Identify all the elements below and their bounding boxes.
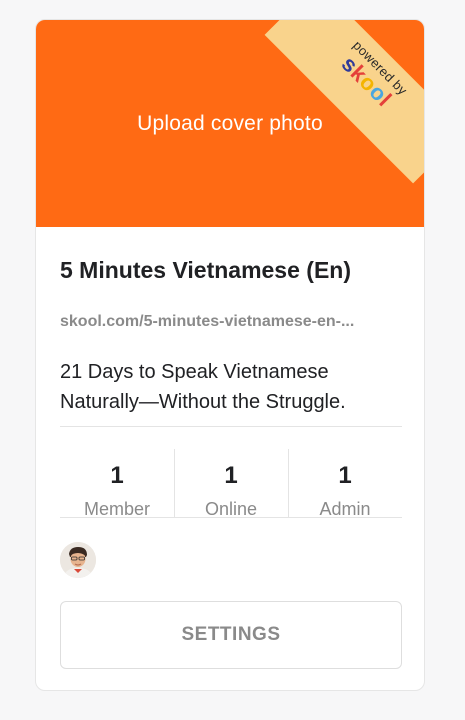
stat-online-value: 1 (224, 462, 238, 489)
divider (60, 426, 402, 427)
stat-online[interactable]: 1 Online (174, 438, 288, 519)
group-url[interactable]: skool.com/5-minutes-vietnamese-en-... (60, 313, 400, 331)
settings-button[interactable]: SETTINGS (60, 601, 402, 669)
cover-photo-upload[interactable]: Upload cover photo powered by skool (36, 20, 424, 227)
stat-members[interactable]: 1 Member (60, 438, 174, 519)
divider (60, 517, 402, 518)
group-description: 21 Days to Speak Vietnamese Naturally—Wi… (60, 361, 346, 413)
member-avatar[interactable] (60, 542, 96, 578)
stat-admins-value: 1 (338, 462, 352, 489)
stat-admins[interactable]: 1 Admin (288, 438, 402, 519)
group-card: Upload cover photo powered by skool 5 Mi… (35, 19, 425, 691)
stat-members-value: 1 (110, 462, 124, 489)
group-stats: 1 Member 1 Online 1 Admin (60, 438, 402, 519)
user-avatar-icon (60, 542, 96, 578)
group-title: 5 Minutes Vietnamese (En) (60, 257, 351, 283)
powered-by-skool-ribbon[interactable]: powered by skool (264, 20, 424, 184)
